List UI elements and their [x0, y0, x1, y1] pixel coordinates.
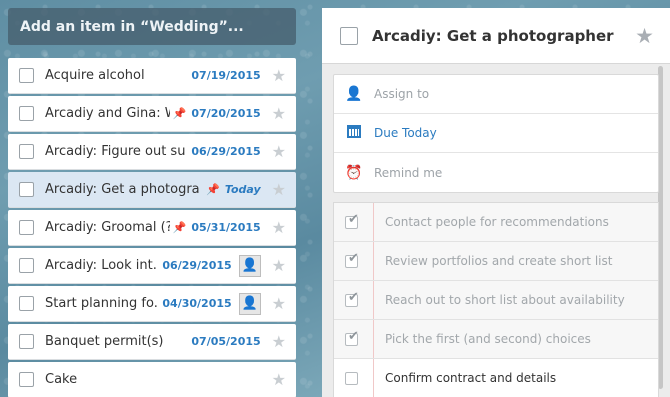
subtask-text: Confirm contract and details	[385, 371, 557, 385]
task-title: Acquire alcohol	[45, 68, 145, 83]
subtask-item[interactable]: Confirm contract and details	[334, 359, 658, 397]
task-title: Arcadiy: Get a photogra	[45, 182, 200, 197]
assign-to-row[interactable]: 👤 Assign to	[334, 75, 658, 114]
subtask-item[interactable]: ✔ Pick the first (and second) choices	[334, 320, 658, 359]
avatar-icon: 👤	[238, 292, 261, 315]
star-icon[interactable]: ★	[635, 24, 654, 48]
task-checkbox[interactable]	[19, 258, 34, 273]
task-list: Acquire alcohol 07/19/2015 ★ Arcadiy and…	[8, 58, 296, 397]
task-due-date: 07/05/2015	[191, 335, 261, 348]
task-checkbox[interactable]	[19, 106, 34, 121]
task-row-selected[interactable]: Arcadiy: Get a photogra 📌 Today ★	[8, 172, 296, 208]
task-title: Start planning fo...	[45, 296, 158, 311]
detail-checkbox[interactable]	[340, 26, 358, 45]
subtask-list: ✔ Contact people for recommendations ✔ R…	[333, 202, 659, 397]
subtask-item[interactable]: ✔ Review portfolios and create short lis…	[334, 242, 658, 281]
detail-header: Arcadiy: Get a photographer ★	[322, 8, 670, 64]
subtask-divider	[373, 203, 374, 241]
avatar-icon: 👤	[238, 254, 261, 277]
star-icon[interactable]: ★	[272, 218, 286, 237]
star-icon[interactable]: ★	[272, 294, 286, 313]
task-row[interactable]: Banquet permit(s) 07/05/2015 ★	[8, 324, 296, 360]
subtask-divider	[373, 242, 374, 280]
alarm-clock-icon: ⏰	[345, 164, 363, 181]
detail-title[interactable]: Arcadiy: Get a photographer	[372, 27, 635, 45]
star-icon[interactable]: ★	[272, 180, 286, 199]
task-row[interactable]: Arcadiy: Figure out suit 06/29/2015 ★	[8, 134, 296, 170]
subtask-item[interactable]: ✔ Reach out to short list about availabi…	[334, 281, 658, 320]
task-row[interactable]: Acquire alcohol 07/19/2015 ★	[8, 58, 296, 94]
task-due-date: 04/30/2015	[162, 297, 232, 310]
task-due-date: 07/19/2015	[191, 69, 261, 82]
task-title: Arcadiy: Groomal (?...	[45, 220, 170, 235]
pin-icon: 📌	[172, 107, 187, 120]
subtask-checkbox[interactable]: ✔	[345, 251, 359, 268]
task-title: Arcadiy: Look int...	[45, 258, 158, 273]
subtask-checkbox[interactable]: ✔	[345, 329, 359, 346]
checkmark-icon: ✔	[348, 328, 359, 344]
due-date-row[interactable]: Due Today	[334, 114, 658, 153]
task-title: Banquet permit(s)	[45, 334, 164, 349]
task-row[interactable]: Arcadiy and Gina: W. 📌 07/20/2015 ★	[8, 96, 296, 132]
calendar-icon	[345, 124, 363, 142]
task-checkbox[interactable]	[19, 182, 34, 197]
subtask-checkbox[interactable]	[345, 371, 358, 385]
task-checkbox[interactable]	[19, 220, 34, 235]
subtask-text: Pick the first (and second) choices	[385, 332, 591, 346]
subtask-divider	[373, 320, 374, 358]
star-icon[interactable]: ★	[272, 332, 286, 351]
task-row[interactable]: Start planning fo... 04/30/2015 👤 ★	[8, 286, 296, 322]
subtask-checkbox[interactable]: ✔	[345, 212, 359, 229]
task-due-date: 05/31/2015	[191, 221, 261, 234]
task-checkbox[interactable]	[19, 334, 34, 349]
pin-icon: 📌	[172, 221, 187, 234]
checkmark-icon: ✔	[348, 289, 359, 305]
remind-me-row[interactable]: ⏰ Remind me	[334, 153, 658, 192]
add-item-input[interactable]: Add an item in “Wedding”...	[8, 8, 296, 45]
checkmark-icon: ✔	[348, 211, 359, 227]
remind-me-label: Remind me	[374, 165, 443, 180]
star-icon[interactable]: ★	[272, 256, 286, 275]
task-due-date: 06/29/2015	[191, 145, 261, 158]
pin-icon: 📌	[206, 183, 220, 196]
subtask-text: Reach out to short list about availabili…	[385, 293, 625, 307]
assign-person-icon: 👤	[345, 86, 363, 102]
detail-properties: 👤 Assign to Due Today ⏰ Remind me	[333, 74, 659, 193]
task-title: Arcadiy: Figure out suit	[45, 144, 187, 159]
task-due-date: Today	[224, 183, 261, 196]
task-checkbox[interactable]	[19, 68, 34, 83]
task-title: Cake	[45, 372, 78, 387]
star-icon[interactable]: ★	[272, 66, 286, 85]
task-title: Arcadiy and Gina: W.	[45, 106, 170, 121]
task-checkbox[interactable]	[19, 144, 34, 159]
subtask-text: Contact people for recommendations	[385, 215, 609, 229]
task-checkbox[interactable]	[19, 372, 34, 387]
subtask-checkbox[interactable]: ✔	[345, 290, 359, 307]
star-icon[interactable]: ★	[272, 104, 286, 123]
subtask-divider	[373, 281, 374, 319]
subtask-item[interactable]: ✔ Contact people for recommendations	[334, 203, 658, 242]
star-icon[interactable]: ★	[272, 370, 286, 389]
task-due-date: 06/29/2015	[162, 259, 232, 272]
due-date-label: Due Today	[374, 126, 437, 140]
task-row[interactable]: Arcadiy: Look int... 06/29/2015 👤 ★	[8, 248, 296, 284]
subtask-divider	[373, 359, 374, 397]
task-row[interactable]: Arcadiy: Groomal (?... 📌 05/31/2015 ★	[8, 210, 296, 246]
star-icon[interactable]: ★	[272, 142, 286, 161]
subtask-text: Review portfolios and create short list	[385, 254, 613, 268]
task-row[interactable]: Cake ★	[8, 362, 296, 397]
task-checkbox[interactable]	[19, 296, 34, 311]
assign-to-label: Assign to	[374, 87, 430, 101]
task-due-date: 07/20/2015	[191, 107, 261, 120]
checkmark-icon: ✔	[348, 250, 359, 266]
